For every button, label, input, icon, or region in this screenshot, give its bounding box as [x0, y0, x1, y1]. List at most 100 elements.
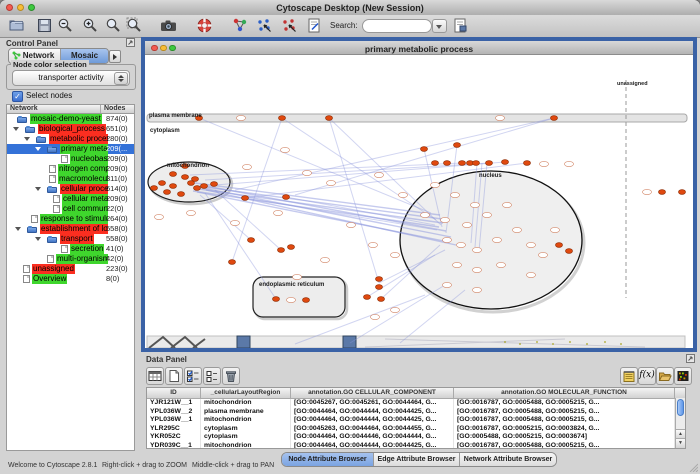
- cell-region[interactable]: mitochondrion: [201, 416, 291, 425]
- save-session-icon[interactable]: [36, 17, 53, 34]
- tree-row[interactable]: multi-organism pro42(0): [7, 254, 134, 264]
- cell-cc[interactable]: [GO:0044464, GO:0044446, GO:0044444, G..…: [291, 433, 454, 442]
- cell-cc[interactable]: [GO:0044464, GO:0044444, GO:0044425, G..…: [291, 408, 454, 417]
- notepad-icon[interactable]: [620, 367, 638, 385]
- tree-row[interactable]: cell communicat22(0): [7, 204, 134, 214]
- tree-row[interactable]: nitrogen compo209(0): [7, 164, 134, 174]
- tree-row[interactable]: macromolecule311(0): [7, 174, 134, 184]
- table-row[interactable]: YPL036W__2plasma membrane[GO:0044464, GO…: [147, 408, 685, 417]
- cell-mf[interactable]: [GO:0016787, GO:0005488, GO:0005215, G..…: [454, 416, 675, 425]
- nucleus-region[interactable]: [400, 171, 582, 309]
- tab-network-attribute-browser[interactable]: Network Attribute Browser: [460, 453, 556, 466]
- cell-region[interactable]: cytoplasm: [201, 425, 291, 434]
- scroll-down-icon[interactable]: ▼: [676, 438, 685, 448]
- table-row[interactable]: YKR052Ccytoplasm[GO:0044464, GO:0044446,…: [147, 433, 685, 442]
- expander-icon[interactable]: [24, 137, 30, 141]
- zoom-out-icon[interactable]: [57, 17, 74, 34]
- cell-region[interactable]: mitochondrion: [201, 399, 291, 408]
- column-header-id[interactable]: ID: [147, 388, 201, 398]
- column-header-region[interactable]: _cellularLayoutRegion: [201, 388, 291, 398]
- tree-row[interactable]: cellular process614(0): [7, 184, 134, 194]
- expander-icon[interactable]: [35, 237, 41, 241]
- control-panel-float-icon[interactable]: [126, 38, 135, 47]
- cell-id[interactable]: YJR121W__1: [147, 399, 201, 408]
- expander-icon[interactable]: [13, 127, 19, 131]
- help-ring-icon[interactable]: [196, 17, 213, 34]
- annotation-icon[interactable]: [306, 17, 323, 34]
- column-header-cellular-component[interactable]: annotation.GO CELLULAR_COMPONENT: [291, 388, 454, 398]
- cell-mf[interactable]: [GO:0016787, GO:0005488, GO:0005215, G..…: [454, 442, 675, 449]
- zoom-fit-icon[interactable]: [105, 17, 122, 34]
- cell-id[interactable]: YKR052C: [147, 433, 201, 442]
- cell-cc[interactable]: [GO:0045267, GO:0045261, GO:0044464, G..…: [291, 399, 454, 408]
- network-view-window[interactable]: primary metabolic process: [141, 37, 697, 352]
- tree-row[interactable]: transport558(0): [7, 234, 134, 244]
- expander-icon[interactable]: [15, 227, 21, 231]
- node-color-dropdown[interactable]: transporter activity: [12, 70, 130, 86]
- table-row[interactable]: YDR039C__1mitochondrion[GO:0044464, GO:0…: [147, 442, 685, 449]
- tree-row[interactable]: unassigned223(0): [7, 264, 134, 274]
- resize-grip-icon[interactable]: [688, 462, 698, 472]
- scrollbar-thumb[interactable]: [677, 399, 684, 416]
- tree-row[interactable]: metabolic process280(0): [7, 134, 134, 144]
- new-attribute-icon[interactable]: [165, 367, 183, 385]
- table-row[interactable]: YPL036W__1mitochondrion[GO:0044464, GO:0…: [147, 416, 685, 425]
- tree-row[interactable]: secretion41(0): [7, 244, 134, 254]
- tree-row[interactable]: establishment of lo558(0): [7, 224, 134, 234]
- zoom-selected-region-icon[interactable]: [126, 17, 143, 34]
- cell-region[interactable]: plasma membrane: [201, 408, 291, 417]
- tree-row[interactable]: response to stimulu264(0): [7, 214, 134, 224]
- network-tree[interactable]: mosaic-demo-yeast874(0) biological_proce…: [6, 114, 135, 451]
- tab-overflow-icon[interactable]: [109, 50, 121, 63]
- layout-nodes-blue-icon[interactable]: [256, 17, 273, 34]
- attribute-matrix-icon[interactable]: [674, 367, 692, 385]
- table-scrollbar[interactable]: ▲ ▼: [675, 398, 685, 448]
- open-session-icon[interactable]: [8, 17, 25, 34]
- data-panel-float-icon[interactable]: [686, 354, 695, 363]
- search-input[interactable]: [367, 20, 429, 32]
- network-view-titlebar[interactable]: primary metabolic process: [145, 41, 693, 55]
- attribute-table-icon[interactable]: [146, 367, 164, 385]
- select-nodes-checkbox[interactable]: ✓: [12, 91, 23, 102]
- tree-row-selected[interactable]: primary metabo209(...: [7, 144, 134, 154]
- table-row[interactable]: YJR121W__1mitochondrion[GO:0045267, GO:0…: [147, 399, 685, 408]
- cell-cc[interactable]: [GO:0044464, GO:0044444, GO:0044425, G..…: [291, 442, 454, 449]
- attribute-table-header[interactable]: ID _cellularLayoutRegion annotation.GO C…: [147, 388, 685, 399]
- expander-icon[interactable]: [35, 147, 41, 151]
- cell-mf[interactable]: [GO:0016787, GO:0005488, GO:0005215, G..…: [454, 399, 675, 408]
- cell-mf[interactable]: [GO:0016787, GO:0005488, GO:0005215, G..…: [454, 408, 675, 417]
- plasma-membrane-region[interactable]: [147, 114, 687, 122]
- select-attributes-icon[interactable]: [184, 367, 202, 385]
- tab-node-attribute-browser[interactable]: Node Attribute Browser: [282, 453, 374, 466]
- tree-header-nodes[interactable]: Nodes: [101, 105, 134, 113]
- cell-cc[interactable]: [GO:0045263, GO:0044464, GO:0044455, G..…: [291, 425, 454, 434]
- import-attributes-icon[interactable]: [656, 367, 674, 385]
- column-header-molecular-function[interactable]: annotation.GO MOLECULAR_FUNCTION: [454, 388, 675, 398]
- cell-mf[interactable]: [GO:0005488, GO:0005215, GO:0003674]: [454, 433, 675, 442]
- tree-row[interactable]: mosaic-demo-yeast874(0): [7, 114, 134, 124]
- tree-header-network[interactable]: Network: [7, 105, 101, 113]
- vizmapper-icon[interactable]: [232, 17, 249, 34]
- window-titlebar[interactable]: Cytoscape Desktop (New Session): [0, 0, 700, 16]
- cell-id[interactable]: YPL036W__2: [147, 408, 201, 417]
- cell-region[interactable]: mitochondrion: [201, 442, 291, 449]
- tree-header[interactable]: Network Nodes: [6, 104, 135, 114]
- cell-region[interactable]: cytoplasm: [201, 433, 291, 442]
- search-dropdown-button[interactable]: [432, 19, 447, 33]
- delete-attribute-icon[interactable]: [222, 367, 240, 385]
- function-builder-icon[interactable]: f(x): [638, 367, 656, 385]
- cell-id[interactable]: YLR295C: [147, 425, 201, 434]
- tree-row[interactable]: nucleobase-209(0): [7, 154, 134, 164]
- cell-id[interactable]: YPL036W__1: [147, 416, 201, 425]
- table-row[interactable]: YLR295Ccytoplasm[GO:0045263, GO:0044464,…: [147, 425, 685, 434]
- unselect-attributes-icon[interactable]: [203, 367, 221, 385]
- attribute-table[interactable]: ID _cellularLayoutRegion annotation.GO C…: [146, 387, 686, 449]
- cell-id[interactable]: YDR039C__1: [147, 442, 201, 449]
- tab-edge-attribute-browser[interactable]: Edge Attribute Browser: [374, 453, 460, 466]
- cell-mf[interactable]: [GO:0016787, GO:0005215, GO:0003824, G..…: [454, 425, 675, 434]
- cell-cc[interactable]: [GO:0044464, GO:0044444, GO:0044425, G..…: [291, 416, 454, 425]
- snapshot-icon[interactable]: [160, 17, 177, 34]
- tree-row[interactable]: cellular metabo209(0): [7, 194, 134, 204]
- tree-row[interactable]: biological_process651(0): [7, 124, 134, 134]
- tree-row[interactable]: Overview8(0): [7, 274, 134, 284]
